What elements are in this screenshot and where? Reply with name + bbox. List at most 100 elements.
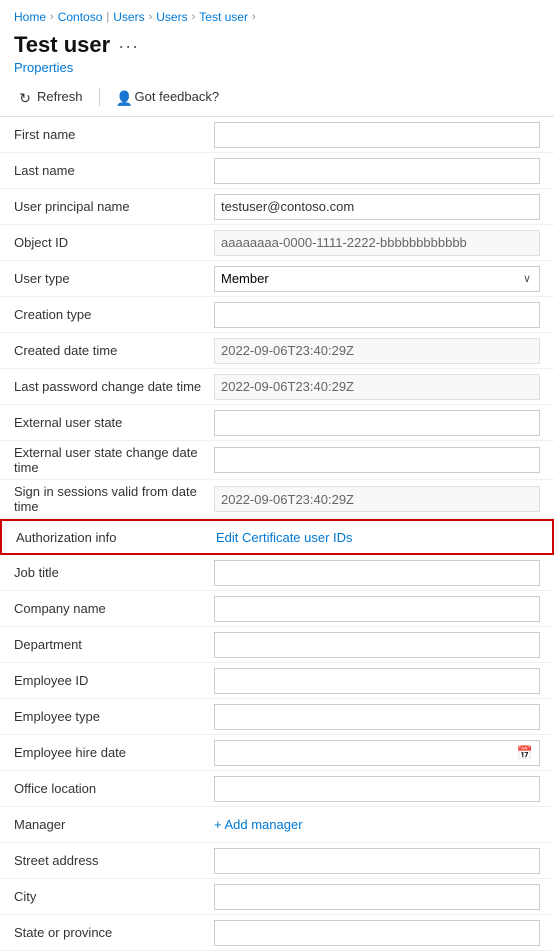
refresh-button[interactable]: ↻ Refresh [14,87,87,106]
field-value-11: Edit Certificate user IDs [216,530,538,545]
field-label-16: Employee type [14,709,214,724]
field-label-11: Authorization info [16,530,216,545]
date-input-wrapper-17: 📅 [214,740,540,766]
input-city[interactable] [214,884,540,910]
field-value-2 [214,194,540,220]
field-value-13 [214,596,540,622]
breadcrumb-testuser[interactable]: Test user [199,10,248,24]
form-row-manager: Manager+ Add manager [0,807,554,843]
form-row-employee-hire-date: Employee hire date 📅 [0,735,554,771]
form-row-user-principal-name: User principal name [0,189,554,225]
form-row-sign-in-sessions-valid-from-date-time: Sign in sessions valid from date time [0,480,554,519]
field-label-1: Last name [14,163,214,178]
field-label-12: Job title [14,565,214,580]
form-row-city: City [0,879,554,915]
input-job-title[interactable] [214,560,540,586]
input-user-principal-name[interactable] [214,194,540,220]
date-input-employee-hire-date[interactable] [215,741,511,765]
field-value-18 [214,776,540,802]
field-label-13: Company name [14,601,214,616]
field-value-12 [214,560,540,586]
field-value-17: 📅 [214,740,540,766]
form-row-street-address: Street address [0,843,554,879]
form-row-job-title: Job title [0,555,554,591]
input-external-user-state[interactable] [214,410,540,436]
field-value-3 [214,230,540,256]
feedback-button[interactable]: 👤 Got feedback? [112,87,224,106]
field-value-0 [214,122,540,148]
input-state-or-province[interactable] [214,920,540,946]
input-company-name[interactable] [214,596,540,622]
form-row-creation-type: Creation type [0,297,554,333]
input-creation-type[interactable] [214,302,540,328]
toolbar: ↻ Refresh 👤 Got feedback? [0,81,554,117]
edit-certificate-link[interactable]: Edit Certificate user IDs [216,530,353,545]
breadcrumb-sep-4: › [192,11,196,23]
form-row-first-name: First name [0,117,554,153]
add-manager-link[interactable]: + Add manager [214,817,540,832]
calendar-icon[interactable]: 📅 [511,745,539,761]
field-value-7 [214,374,540,400]
field-label-21: City [14,889,214,904]
breadcrumb-sep-3: › [149,11,153,23]
field-label-17: Employee hire date [14,745,214,760]
page-title: Test user [14,32,110,58]
page-subtitle: Properties [0,58,554,81]
toolbar-separator [99,88,100,106]
select-wrapper-4: MemberGuest∨ [214,266,540,292]
field-label-10: Sign in sessions valid from date time [14,484,214,514]
form-row-last-name: Last name [0,153,554,189]
form-row-object-id: Object ID [0,225,554,261]
input-last-name[interactable] [214,158,540,184]
input-employee-id[interactable] [214,668,540,694]
field-label-9: External user state change date time [14,445,214,475]
breadcrumb-users-1[interactable]: Users [113,10,144,24]
form-row-state-or-province: State or province [0,915,554,951]
field-label-18: Office location [14,781,214,796]
refresh-label: Refresh [37,89,83,104]
field-value-4: MemberGuest∨ [214,266,540,292]
input-created-date-time [214,338,540,364]
field-label-7: Last password change date time [14,379,214,394]
form-row-employee-id: Employee ID [0,663,554,699]
field-value-10 [214,486,540,512]
form-row-created-date-time: Created date time [0,333,554,369]
input-street-address[interactable] [214,848,540,874]
more-options-icon[interactable]: ··· [118,36,139,57]
breadcrumb: Home › Contoso | Users › Users › Test us… [0,0,554,28]
form-row-last-password-change-date-time: Last password change date time [0,369,554,405]
input-first-name[interactable] [214,122,540,148]
chevron-down-icon: ∨ [515,272,539,285]
field-label-3: Object ID [14,235,214,250]
field-value-1 [214,158,540,184]
page-title-row: Test user ··· [0,28,554,58]
form-container: First name Last name User principal name Ob… [0,117,554,951]
field-label-22: State or province [14,925,214,940]
breadcrumb-sep-2: | [106,11,109,23]
input-external-user-state-change-date-time[interactable] [214,447,540,473]
input-department[interactable] [214,632,540,658]
field-value-21 [214,884,540,910]
field-value-22 [214,920,540,946]
input-last-password-change-date-time [214,374,540,400]
breadcrumb-sep-1: › [50,11,54,23]
field-value-20 [214,848,540,874]
select-user-type[interactable]: MemberGuest [215,267,515,291]
field-label-8: External user state [14,415,214,430]
form-row-user-type: User typeMemberGuest∨ [0,261,554,297]
field-label-5: Creation type [14,307,214,322]
form-row-employee-type: Employee type [0,699,554,735]
feedback-icon: 👤 [116,90,130,104]
field-label-4: User type [14,271,214,286]
input-office-location[interactable] [214,776,540,802]
field-label-2: User principal name [14,199,214,214]
feedback-label: Got feedback? [135,89,220,104]
form-row-company-name: Company name [0,591,554,627]
field-value-9 [214,447,540,473]
form-row-department: Department [0,627,554,663]
input-employee-type[interactable] [214,704,540,730]
breadcrumb-users-2[interactable]: Users [156,10,187,24]
breadcrumb-contoso[interactable]: Contoso [58,10,103,24]
breadcrumb-home[interactable]: Home [14,10,46,24]
field-label-6: Created date time [14,343,214,358]
